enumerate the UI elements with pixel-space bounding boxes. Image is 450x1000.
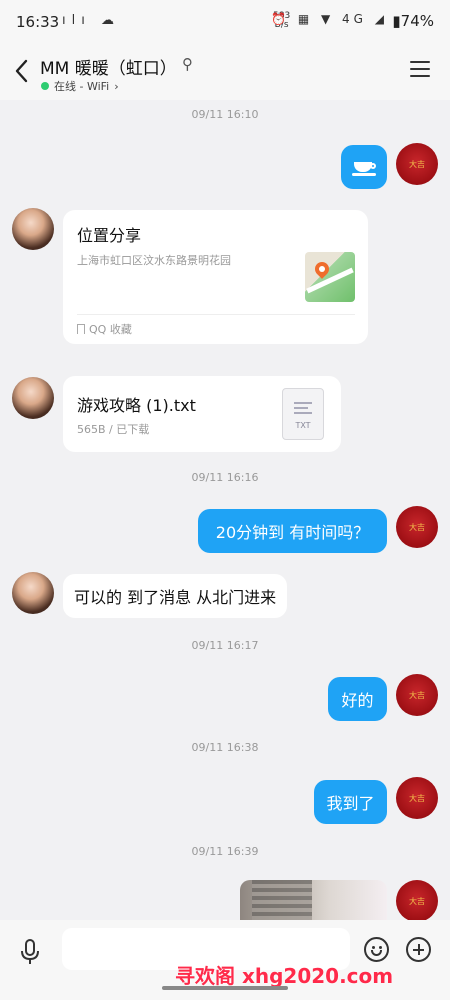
battery-level: 74%: [400, 12, 434, 30]
source-label: QQ 收藏: [89, 323, 132, 336]
online-dot-icon: [41, 82, 49, 90]
watermark: 寻欢阁 xhg2020.com: [175, 964, 394, 988]
file-meta: 565B / 已下载: [77, 423, 150, 436]
photo-thumbnail: [252, 880, 312, 920]
home-indicator[interactable]: [162, 986, 288, 990]
seal-text: 大吉: [409, 690, 425, 700]
message-bubble[interactable]: 好的: [328, 677, 387, 721]
chevron-left-icon: [15, 59, 28, 83]
battery-indicator: ▮74%: [392, 12, 434, 30]
contact-avatar[interactable]: [12, 377, 54, 419]
smiley-icon: [371, 950, 382, 956]
my-avatar[interactable]: 大吉: [396, 777, 438, 819]
message-bubble[interactable]: 20分钟到 有时间吗？: [198, 509, 387, 553]
voice-button[interactable]: [20, 938, 40, 966]
hamburger-icon: [410, 61, 430, 63]
emoji-button[interactable]: [364, 937, 389, 962]
notification-icons: ılı ☁: [62, 13, 120, 28]
presence-status[interactable]: 在线 - WiFi ›: [41, 78, 119, 94]
map-thumbnail: [305, 252, 355, 302]
timestamp: 09/11 16:39: [191, 845, 259, 858]
message-list[interactable]: 09/11 16:10 大吉 位置分享 上海市虹口区汶水东路景明花园 QQ 收藏…: [0, 100, 450, 920]
message-bubble[interactable]: 我到了: [314, 780, 387, 824]
contact-name[interactable]: MM 暖暖（虹口）: [40, 54, 177, 79]
seal-text: 大吉: [409, 522, 425, 532]
my-avatar[interactable]: 大吉: [396, 880, 438, 920]
presence-text: 在线 - WiFi: [54, 80, 110, 93]
system-icons: ⏰ ▦ ▼ 4G ◢: [271, 12, 388, 26]
location-card[interactable]: 位置分享 上海市虹口区汶水东路景明花园 QQ 收藏: [63, 210, 368, 344]
divider: [77, 314, 355, 315]
txt-file-icon: TXT: [282, 388, 324, 440]
location-title: 位置分享: [77, 226, 142, 245]
timestamp: 09/11 16:10: [191, 108, 259, 121]
file-name: 游戏攻略 (1).txt: [77, 396, 196, 415]
seal-text: 大吉: [409, 896, 425, 906]
my-avatar[interactable]: 大吉: [396, 506, 438, 548]
back-button[interactable]: [12, 58, 36, 86]
status-time: 16:33: [16, 13, 60, 31]
location-source: QQ 收藏: [77, 321, 132, 337]
timestamp: 09/11 16:38: [191, 741, 259, 754]
status-bar: 16:33 ılı ☁ 583 B/s ⏰ ▦ ▼ 4G ◢ ▮74%: [0, 0, 450, 44]
file-ext: TXT: [295, 421, 311, 430]
seal-text: 大吉: [409, 793, 425, 803]
contact-avatar[interactable]: [12, 208, 54, 250]
chevron-right-icon: ›: [114, 79, 119, 93]
timestamp: 09/11 16:16: [191, 471, 259, 484]
file-card[interactable]: 游戏攻略 (1).txt 565B / 已下载 TXT: [63, 376, 341, 452]
message-sticker[interactable]: [341, 145, 387, 189]
image-message[interactable]: [240, 880, 387, 920]
bookmark-icon: [77, 324, 85, 334]
location-address: 上海市虹口区汶水东路景明花园: [77, 254, 231, 267]
seal-text: 大吉: [409, 159, 425, 169]
microphone-icon: [21, 939, 39, 964]
question-mark-icon[interactable]: ⚲: [182, 55, 193, 73]
more-button[interactable]: [406, 937, 431, 962]
timestamp: 09/11 16:17: [191, 639, 259, 652]
menu-button[interactable]: [410, 61, 430, 81]
coffee-cup-icon: [352, 158, 376, 176]
signal-label: 4G: [342, 12, 367, 26]
my-avatar[interactable]: 大吉: [396, 674, 438, 716]
chat-header: MM 暖暖（虹口） ⚲ 在线 - WiFi ›: [0, 44, 450, 100]
input-bar: 寻欢阁 xhg2020.com: [0, 920, 450, 1000]
contact-avatar[interactable]: [12, 572, 54, 614]
message-bubble[interactable]: 可以的 到了消息 从北门进来: [63, 574, 288, 618]
my-avatar[interactable]: 大吉: [396, 143, 438, 185]
